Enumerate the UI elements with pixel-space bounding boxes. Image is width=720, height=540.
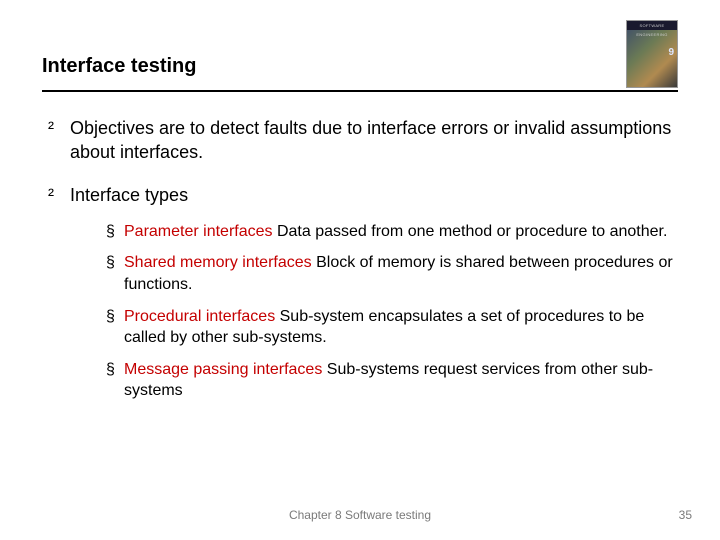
main-bullet-list: Objectives are to detect faults due to i… — [42, 116, 678, 402]
term: Shared memory interfaces — [124, 254, 312, 271]
term-desc: Data passed from one method or procedure… — [273, 223, 668, 240]
list-item: Message passing interfaces Sub-systems r… — [106, 359, 678, 402]
list-item: Parameter interfaces Data passed from on… — [106, 221, 678, 243]
book-edition-number: 9 — [668, 47, 674, 58]
book-cover-thumbnail: SOFTWARE ENGINEERING 9 — [626, 20, 678, 88]
footer-chapter: Chapter 8 Software testing — [0, 508, 720, 522]
bullet-interface-types: Interface types Parameter interfaces Dat… — [48, 183, 678, 402]
slide-title: Interface testing — [42, 55, 678, 78]
book-title-bar: SOFTWARE ENGINEERING — [627, 21, 677, 30]
term: Message passing interfaces — [124, 361, 322, 378]
interface-types-list: Parameter interfaces Data passed from on… — [70, 221, 678, 402]
term: Parameter interfaces — [124, 223, 273, 240]
bullet-objectives: Objectives are to detect faults due to i… — [48, 116, 678, 165]
list-item: Procedural interfaces Sub-system encapsu… — [106, 306, 678, 349]
page-number: 35 — [679, 508, 692, 522]
slide: SOFTWARE ENGINEERING 9 Interface testing… — [0, 0, 720, 540]
list-item: Shared memory interfaces Block of memory… — [106, 252, 678, 295]
title-divider — [42, 90, 678, 92]
term: Procedural interfaces — [124, 308, 275, 325]
bullet-interface-types-label: Interface types — [70, 185, 188, 205]
